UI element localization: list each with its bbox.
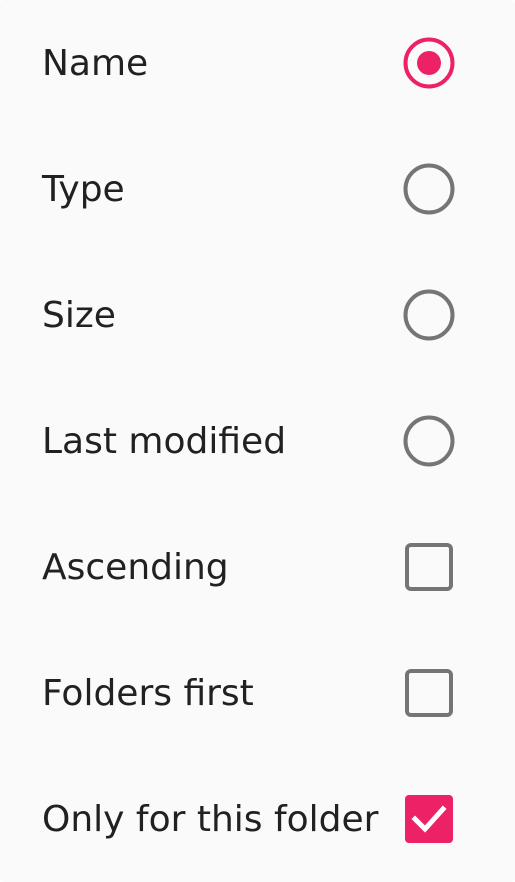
checkbox-unchecked-icon xyxy=(405,669,453,717)
sort-options-menu: Name Type Size Last modified Ascending F… xyxy=(0,0,515,882)
ascending-option[interactable]: Ascending xyxy=(0,504,515,630)
radio-button-checked[interactable] xyxy=(401,35,457,91)
only-for-this-folder-option[interactable]: Only for this folder xyxy=(0,756,515,882)
option-label: Only for this folder xyxy=(42,798,379,840)
checkbox[interactable] xyxy=(401,539,457,595)
checkbox-unchecked-icon xyxy=(405,543,453,591)
sort-by-last-modified-option[interactable]: Last modified xyxy=(0,378,515,504)
sort-by-name-option[interactable]: Name xyxy=(0,0,515,126)
radio-unchecked-icon xyxy=(403,163,455,215)
option-label: Last modified xyxy=(42,420,287,462)
radio-button[interactable] xyxy=(401,287,457,343)
radio-unchecked-icon xyxy=(403,415,455,467)
option-label: Type xyxy=(42,168,125,210)
sort-by-type-option[interactable]: Type xyxy=(0,126,515,252)
radio-unchecked-icon xyxy=(403,289,455,341)
radio-button[interactable] xyxy=(401,161,457,217)
checkbox-checked[interactable] xyxy=(401,791,457,847)
sort-by-size-option[interactable]: Size xyxy=(0,252,515,378)
option-label: Folders first xyxy=(42,672,254,714)
radio-checked-icon xyxy=(403,37,455,89)
option-label: Size xyxy=(42,294,116,336)
folders-first-option[interactable]: Folders first xyxy=(0,630,515,756)
radio-button[interactable] xyxy=(401,413,457,469)
option-label: Name xyxy=(42,42,149,84)
checkbox[interactable] xyxy=(401,665,457,721)
option-label: Ascending xyxy=(42,546,229,588)
checkbox-checked-icon xyxy=(405,795,453,843)
